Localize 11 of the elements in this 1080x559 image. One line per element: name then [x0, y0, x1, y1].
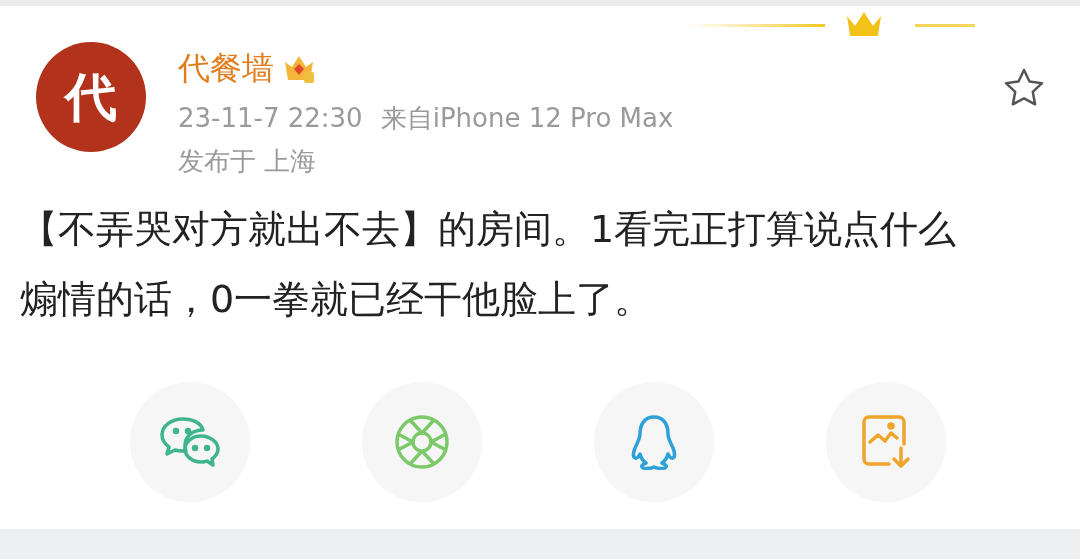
- post-text: 【不弄哭对方就出不去】的房间。1看完正打算说点什么煽情的话，0一拳就已经干他脸上了。: [19, 206, 958, 323]
- star-icon[interactable]: [1004, 68, 1044, 106]
- avatar-text: 代: [65, 66, 117, 129]
- penguin-icon: [631, 414, 677, 470]
- image-download-icon: [861, 414, 911, 470]
- post-location: 发布于 上海: [178, 145, 318, 178]
- aperture-icon: [394, 414, 450, 470]
- chat-bubbles-icon: [159, 416, 221, 468]
- post-source: 来自iPhone 12 Pro Max: [380, 101, 674, 135]
- avatar[interactable]: 代: [36, 42, 146, 152]
- post-time: 23-11-7 22:30: [178, 101, 363, 135]
